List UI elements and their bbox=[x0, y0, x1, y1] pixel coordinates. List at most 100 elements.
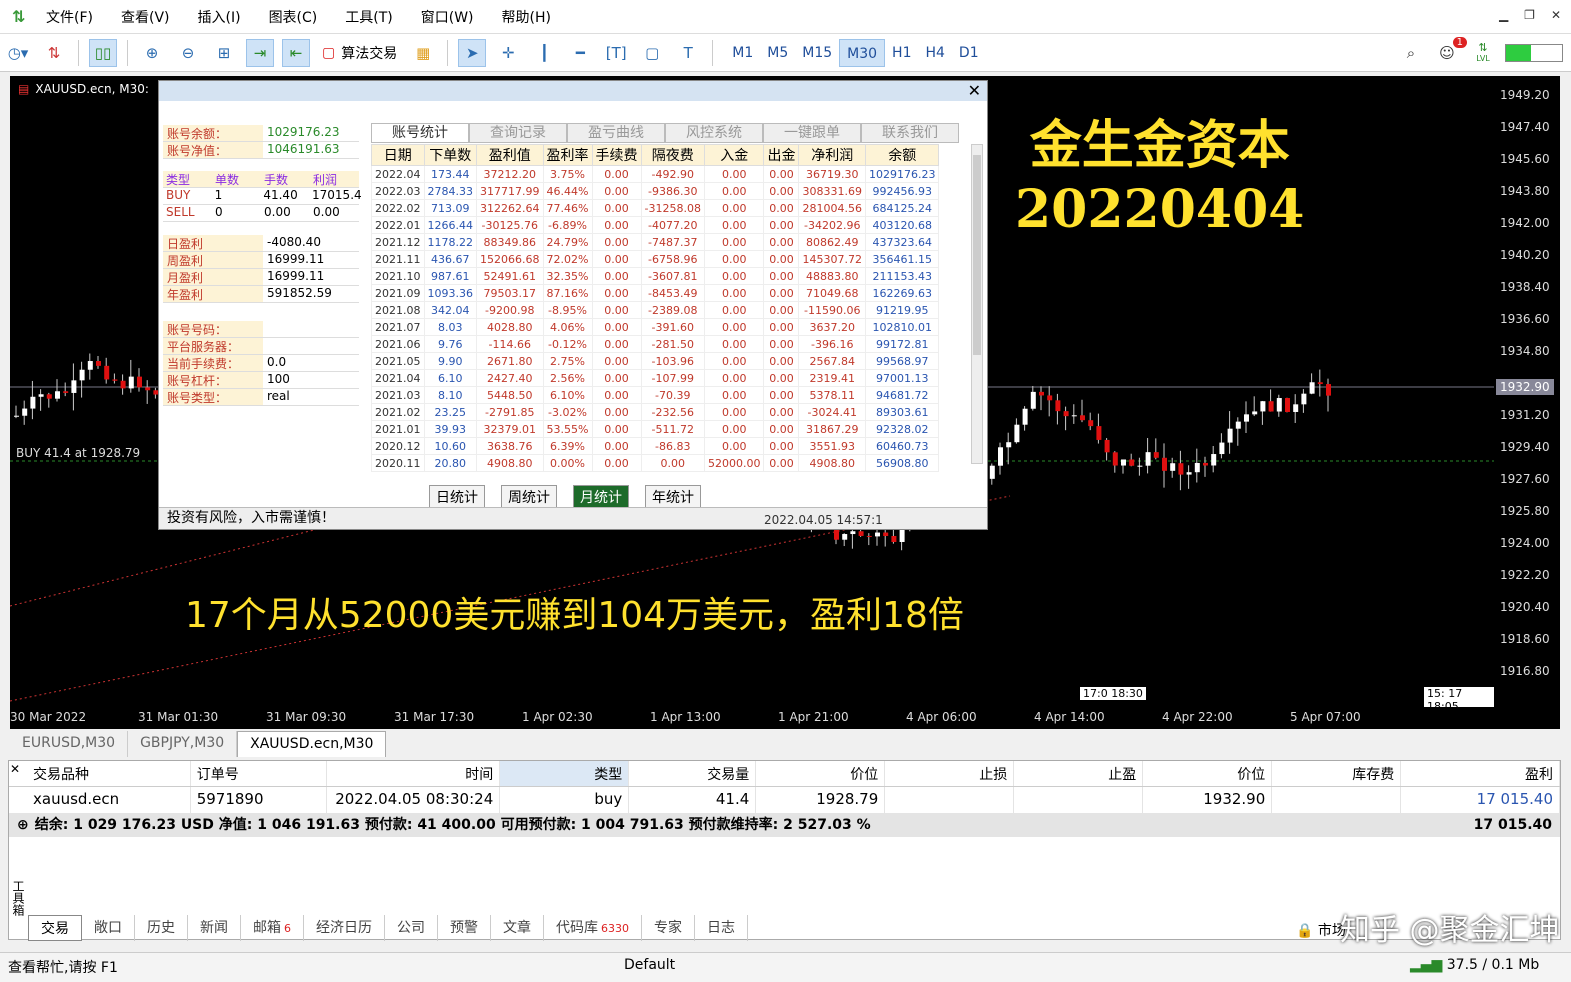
symbol-tab[interactable]: GBPJPY,M30 bbox=[128, 731, 238, 757]
stats-cell: 99568.97 bbox=[864, 352, 940, 370]
stats-cell: 0.00 bbox=[591, 182, 642, 200]
timeframe-m5[interactable]: M5 bbox=[760, 39, 795, 67]
menu-help[interactable]: 帮助(H) bbox=[502, 7, 551, 27]
search-icon[interactable]: ⌕ bbox=[1397, 39, 1425, 67]
stats-cell: 80862.49 bbox=[798, 233, 866, 251]
trade-header-cell[interactable]: 库存费 bbox=[1272, 761, 1402, 786]
timeframe-m30[interactable]: M30 bbox=[839, 38, 886, 67]
terminal-tab[interactable]: 敞口 bbox=[82, 915, 135, 941]
candle bbox=[1235, 421, 1241, 429]
stats-cell: 0.00 bbox=[763, 386, 800, 404]
trade-header-cell[interactable]: 止盈 bbox=[1014, 761, 1144, 786]
terminal-tab[interactable]: 公司 bbox=[385, 915, 438, 941]
menu-chart[interactable]: 图表(C) bbox=[269, 7, 318, 27]
trade-arrows-icon[interactable]: ⇅ bbox=[40, 39, 68, 67]
template-icon[interactable]: ▦ bbox=[409, 39, 437, 67]
terminal-tab[interactable]: 历史 bbox=[135, 915, 188, 941]
scroll-thumb[interactable] bbox=[973, 155, 981, 355]
trade-header-cell[interactable]: 交易量 bbox=[629, 761, 757, 786]
text-icon[interactable]: [T] bbox=[602, 39, 630, 67]
terminal-tab[interactable]: 经济日历 bbox=[304, 915, 385, 941]
terminal-tab[interactable]: 日志 bbox=[695, 915, 748, 941]
terminal-tab[interactable]: 邮箱 6 bbox=[241, 915, 304, 941]
restore-icon[interactable]: ❐ bbox=[1524, 8, 1535, 22]
clock-icon[interactable]: ◷▾ bbox=[4, 39, 32, 67]
table-scrollbar[interactable] bbox=[971, 144, 983, 464]
stats-header-cell: 出金 bbox=[763, 144, 800, 166]
shapes-icon[interactable]: ▢ bbox=[638, 39, 666, 67]
timeframe-h4[interactable]: H4 bbox=[918, 39, 951, 67]
menu-bar: ⇅ 文件(F) 查看(V) 插入(I) 图表(C) 工具(T) 窗口(W) 帮助… bbox=[0, 0, 1571, 34]
panel-tab[interactable]: 联系我们 bbox=[861, 123, 959, 143]
market-button[interactable]: 🔒 市场 bbox=[1296, 920, 1346, 940]
account-value: real bbox=[267, 389, 290, 403]
panel-tab[interactable]: 风控系统 bbox=[665, 123, 763, 143]
menu-view[interactable]: 查看(V) bbox=[121, 7, 170, 27]
terminal-tab[interactable]: 代码库 6330 bbox=[544, 915, 642, 941]
trade-header-cell[interactable]: 交易品种 bbox=[27, 761, 191, 786]
panel-tab[interactable]: 查询记录 bbox=[469, 123, 567, 143]
grid-icon[interactable]: ⊞ bbox=[210, 39, 238, 67]
expand-icon[interactable]: ⊕ bbox=[17, 817, 29, 833]
terminal-tab-label: 敞口 bbox=[94, 920, 122, 936]
trade-row[interactable]: xauusd.ecn 5971890 2022.04.05 08:30:24 buy 4… bbox=[9, 787, 1560, 813]
trade-header-cell[interactable]: 订单号 bbox=[191, 761, 327, 786]
panel-tab[interactable]: 一键跟单 bbox=[763, 123, 861, 143]
terminal-tab[interactable]: 专家 bbox=[642, 915, 695, 941]
trade-header-cell[interactable]: 价位 bbox=[1143, 761, 1273, 786]
notifications-icon[interactable]: ☺ 1 bbox=[1433, 36, 1467, 67]
signal-icon[interactable]: ⇅ LVL bbox=[1469, 39, 1497, 67]
close-icon[interactable]: ✕ bbox=[968, 81, 981, 100]
stat-button[interactable]: 月统计 bbox=[573, 485, 629, 509]
symbol-tab[interactable]: XAUUSD.ecn,M30 bbox=[237, 731, 387, 757]
close-terminal-icon[interactable]: ✕ bbox=[10, 762, 20, 776]
trade-header-cell[interactable]: 类型 bbox=[500, 761, 630, 786]
candle bbox=[1071, 415, 1077, 417]
stat-button[interactable]: 周统计 bbox=[501, 485, 557, 509]
trade-header-cell[interactable]: 时间 bbox=[327, 761, 501, 786]
menu-insert[interactable]: 插入(I) bbox=[198, 7, 241, 27]
stats-cell: -8.95% bbox=[542, 301, 593, 319]
panel-tab[interactable]: 账号统计 bbox=[371, 123, 469, 143]
timeframe-d1[interactable]: D1 bbox=[952, 39, 986, 67]
zoom-in-icon[interactable]: ⊕ bbox=[138, 39, 166, 67]
label-icon[interactable]: T bbox=[674, 39, 702, 67]
candlestick-icon[interactable]: ▯▯ bbox=[89, 38, 117, 67]
stats-cell: 0.00 bbox=[703, 199, 765, 217]
stats-cell: -30125.76 bbox=[476, 216, 544, 234]
cursor-icon[interactable]: ➤ bbox=[458, 38, 487, 67]
trade-cell: 17 015.40 bbox=[1401, 787, 1560, 813]
close-icon[interactable]: ✕ bbox=[1551, 8, 1561, 22]
vertical-line-icon[interactable]: ┃ bbox=[530, 39, 558, 67]
timeframe-m15[interactable]: M15 bbox=[795, 39, 839, 67]
timeframe-m1[interactable]: M1 bbox=[725, 39, 760, 67]
stat-button[interactable]: 年统计 bbox=[645, 485, 701, 509]
candle bbox=[1055, 400, 1061, 412]
panel-tab[interactable]: 盈亏曲线 bbox=[567, 123, 665, 143]
window-controls: ▁ ❐ ✕ bbox=[1499, 8, 1561, 22]
stats-cell: 2.75% bbox=[542, 352, 593, 370]
autoscroll-icon[interactable]: ⇥ bbox=[246, 38, 274, 67]
symbol-tab[interactable]: EURUSD,M30 bbox=[10, 731, 129, 757]
trade-header-cell[interactable]: 价位 bbox=[756, 761, 886, 786]
menu-window[interactable]: 窗口(W) bbox=[421, 7, 474, 27]
terminal-tab[interactable]: 交易 bbox=[28, 915, 82, 941]
menu-tools[interactable]: 工具(T) bbox=[345, 7, 392, 27]
timeframe-h1[interactable]: H1 bbox=[885, 39, 918, 67]
chart-shift-icon[interactable]: ⇤ bbox=[282, 38, 310, 67]
stat-button[interactable]: 日统计 bbox=[429, 485, 485, 509]
stats-cell: 0.00 bbox=[591, 250, 642, 268]
terminal-tab[interactable]: 文章 bbox=[491, 915, 544, 941]
trade-header-cell[interactable]: 盈利 bbox=[1401, 761, 1560, 786]
zoom-out-icon[interactable]: ⊖ bbox=[174, 39, 202, 67]
minimize-icon[interactable]: ▁ bbox=[1499, 8, 1508, 22]
algo-trading-button[interactable]: ▢ 算法交易 bbox=[318, 39, 401, 67]
stats-cell: 8.03 bbox=[423, 318, 477, 336]
terminal-tab[interactable]: 预警 bbox=[438, 915, 491, 941]
terminal-tab[interactable]: 新闻 bbox=[188, 915, 241, 941]
crosshair-icon[interactable]: ✛ bbox=[494, 39, 522, 67]
menu-file[interactable]: 文件(F) bbox=[46, 7, 93, 27]
horizontal-line-icon[interactable]: ━ bbox=[566, 39, 594, 67]
trade-header-cell[interactable]: 止损 bbox=[885, 761, 1015, 786]
stats-cell: -70.39 bbox=[640, 386, 705, 404]
